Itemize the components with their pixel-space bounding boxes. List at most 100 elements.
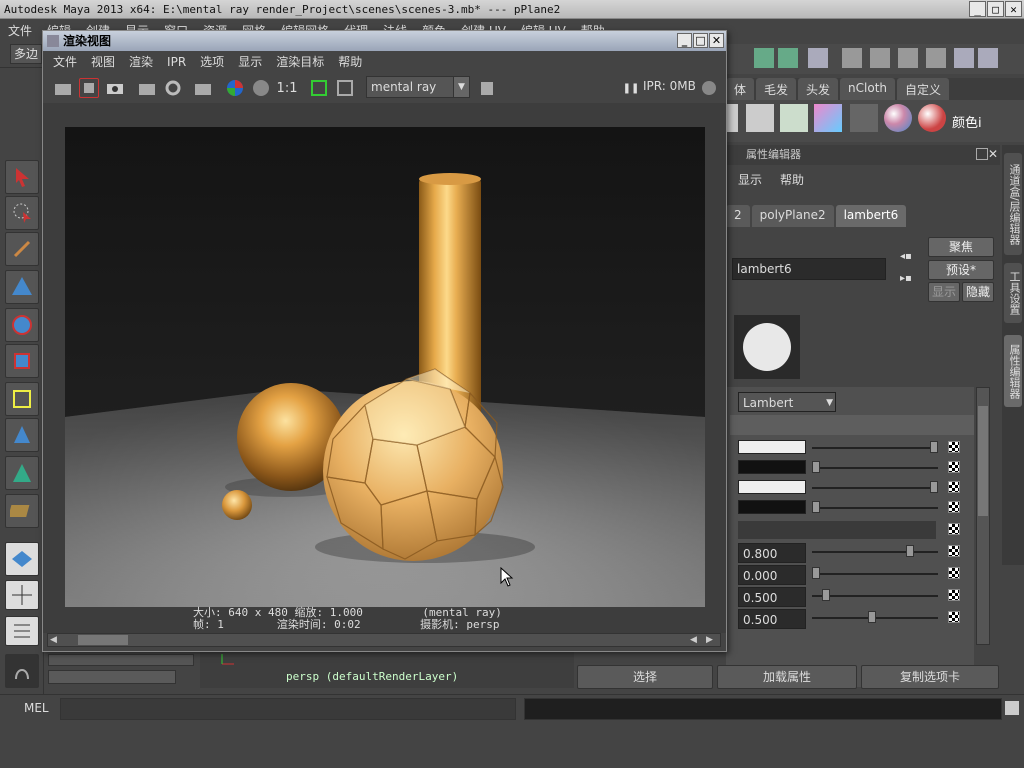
map-button-icon[interactable]: [948, 523, 960, 535]
transparency-swatch[interactable]: [738, 460, 806, 474]
tab-polyplane2[interactable]: polyPlane2: [751, 205, 834, 227]
maximize-icon[interactable]: □: [693, 33, 708, 48]
close-icon[interactable]: ✕: [988, 147, 1000, 161]
map-button-icon[interactable]: [948, 611, 960, 623]
shelf-tab[interactable]: nCloth: [840, 78, 896, 100]
layout-single-icon[interactable]: [5, 542, 39, 576]
status-icon[interactable]: [754, 48, 774, 68]
input-connection-icon[interactable]: ◂▪: [900, 251, 914, 263]
rotate-tool-icon[interactable]: [5, 308, 39, 342]
tab-lambert6[interactable]: lambert6: [835, 205, 907, 227]
render-settings-icon[interactable]: [193, 78, 213, 98]
tab-attribute-editor[interactable]: 属性编辑器: [1004, 335, 1022, 407]
type-dropdown[interactable]: Lambert ▼: [738, 392, 836, 412]
node-name-field[interactable]: lambert6: [732, 258, 886, 280]
status-icon[interactable]: [954, 48, 974, 68]
color-shelf-label[interactable]: 颜色i: [952, 104, 992, 136]
universal-manip-icon[interactable]: [5, 382, 39, 416]
diffuse-field[interactable]: 0.800: [738, 543, 806, 563]
mode-selector[interactable]: 多边: [10, 44, 42, 64]
load-attributes-button[interactable]: 加载属性: [717, 665, 857, 689]
maximize-icon[interactable]: □: [987, 1, 1004, 17]
attr-scrollbar[interactable]: [976, 387, 990, 645]
status-icon[interactable]: [778, 48, 798, 68]
color-swatch[interactable]: [738, 440, 806, 454]
status-icon[interactable]: [870, 48, 890, 68]
ambient-swatch[interactable]: [738, 480, 806, 494]
snapshot-icon[interactable]: [105, 78, 125, 98]
map-button-icon[interactable]: [948, 461, 960, 473]
minimize-icon[interactable]: _: [969, 1, 986, 17]
incandescence-slider[interactable]: [812, 501, 938, 513]
map-button-icon[interactable]: [948, 481, 960, 493]
show-button[interactable]: 显示: [928, 282, 960, 302]
diffuse-slider[interactable]: [812, 545, 938, 557]
attr-menu-help[interactable]: 帮助: [780, 169, 804, 191]
shelf-icon[interactable]: [746, 104, 774, 132]
incandescence-swatch[interactable]: [738, 500, 806, 514]
map-button-icon[interactable]: [948, 501, 960, 513]
refresh-icon[interactable]: [163, 78, 183, 98]
translucence-field[interactable]: 0.000: [738, 565, 806, 585]
sphere-shader-icon[interactable]: [884, 104, 912, 132]
status-icon[interactable]: [898, 48, 918, 68]
select-tool-icon[interactable]: [5, 160, 39, 194]
move-tool-icon[interactable]: [5, 270, 39, 304]
status-icon[interactable]: [842, 48, 862, 68]
shelf-icon[interactable]: [814, 104, 842, 132]
render-settings-book-icon[interactable]: [477, 78, 497, 98]
mel-label[interactable]: MEL: [24, 701, 49, 715]
layout-four-icon[interactable]: [5, 580, 39, 610]
ipr-render-icon[interactable]: [137, 78, 157, 98]
presets-button[interactable]: 预设*: [928, 260, 994, 280]
show-manip-icon[interactable]: [5, 456, 39, 490]
command-input[interactable]: [60, 698, 516, 720]
color-slider[interactable]: [812, 441, 938, 453]
hide-button[interactable]: 隐藏: [962, 282, 994, 302]
layout-outliner-icon[interactable]: [5, 616, 39, 646]
render-region-icon[interactable]: [79, 78, 99, 98]
redo-render-icon[interactable]: [53, 78, 73, 98]
scroll-thumb[interactable]: [78, 635, 128, 645]
renderer-dropdown[interactable]: mental ray ▼: [366, 76, 470, 98]
scroll-left-icon[interactable]: ◀: [690, 635, 700, 645]
status-icon[interactable]: [978, 48, 998, 68]
shelf-icon[interactable]: [726, 104, 738, 132]
translucence-depth-field[interactable]: 0.500: [738, 587, 806, 607]
tab-channel-box[interactable]: 通道盒/层编辑器: [1004, 153, 1022, 255]
bump-field[interactable]: [738, 521, 936, 539]
map-button-icon[interactable]: [948, 441, 960, 453]
rv-menu-ipr[interactable]: IPR: [167, 51, 186, 73]
status-icon[interactable]: [808, 48, 828, 68]
remove-image-icon[interactable]: [335, 78, 355, 98]
script-editor-icon[interactable]: [1005, 701, 1019, 715]
frame-scroll[interactable]: [48, 670, 176, 684]
map-button-icon[interactable]: [948, 589, 960, 601]
menu-item-0[interactable]: 文件: [8, 22, 32, 39]
output-connection-icon[interactable]: ▸▪: [900, 273, 914, 285]
render-hscrollbar[interactable]: ◀ ◀ ▶: [47, 633, 721, 647]
shelf-icon[interactable]: [850, 104, 878, 132]
translucence-focus-field[interactable]: 0.500: [738, 609, 806, 629]
map-button-icon[interactable]: [948, 567, 960, 579]
translucence-focus-slider[interactable]: [812, 611, 938, 623]
lasso-tool-icon[interactable]: [5, 196, 39, 230]
shelf-tab[interactable]: 毛发: [756, 78, 797, 100]
scroll-right-icon[interactable]: ▶: [706, 635, 716, 645]
rv-menu-file[interactable]: 文件: [53, 51, 77, 73]
close-icon[interactable]: ✕: [709, 33, 724, 48]
keep-image-icon[interactable]: [309, 78, 329, 98]
tab-partial[interactable]: 2: [726, 205, 750, 227]
soft-mod-icon[interactable]: [5, 418, 39, 452]
rv-menu-options[interactable]: 选项: [200, 51, 224, 73]
shelf-icon[interactable]: [780, 104, 808, 132]
paint-select-icon[interactable]: [5, 232, 39, 266]
real-size-button[interactable]: 1:1: [277, 78, 298, 98]
close-icon[interactable]: ✕: [1005, 1, 1022, 17]
scroll-left-icon[interactable]: ◀: [50, 635, 60, 645]
render-canvas[interactable]: 大小: 640 x 480 缩放: 1.000 (mental ray) 帧: …: [43, 103, 726, 633]
tab-tool-settings[interactable]: 工具设置: [1004, 263, 1022, 323]
rv-menu-render[interactable]: 渲染: [129, 51, 153, 73]
status-icon[interactable]: [926, 48, 946, 68]
scale-tool-icon[interactable]: [5, 344, 39, 378]
